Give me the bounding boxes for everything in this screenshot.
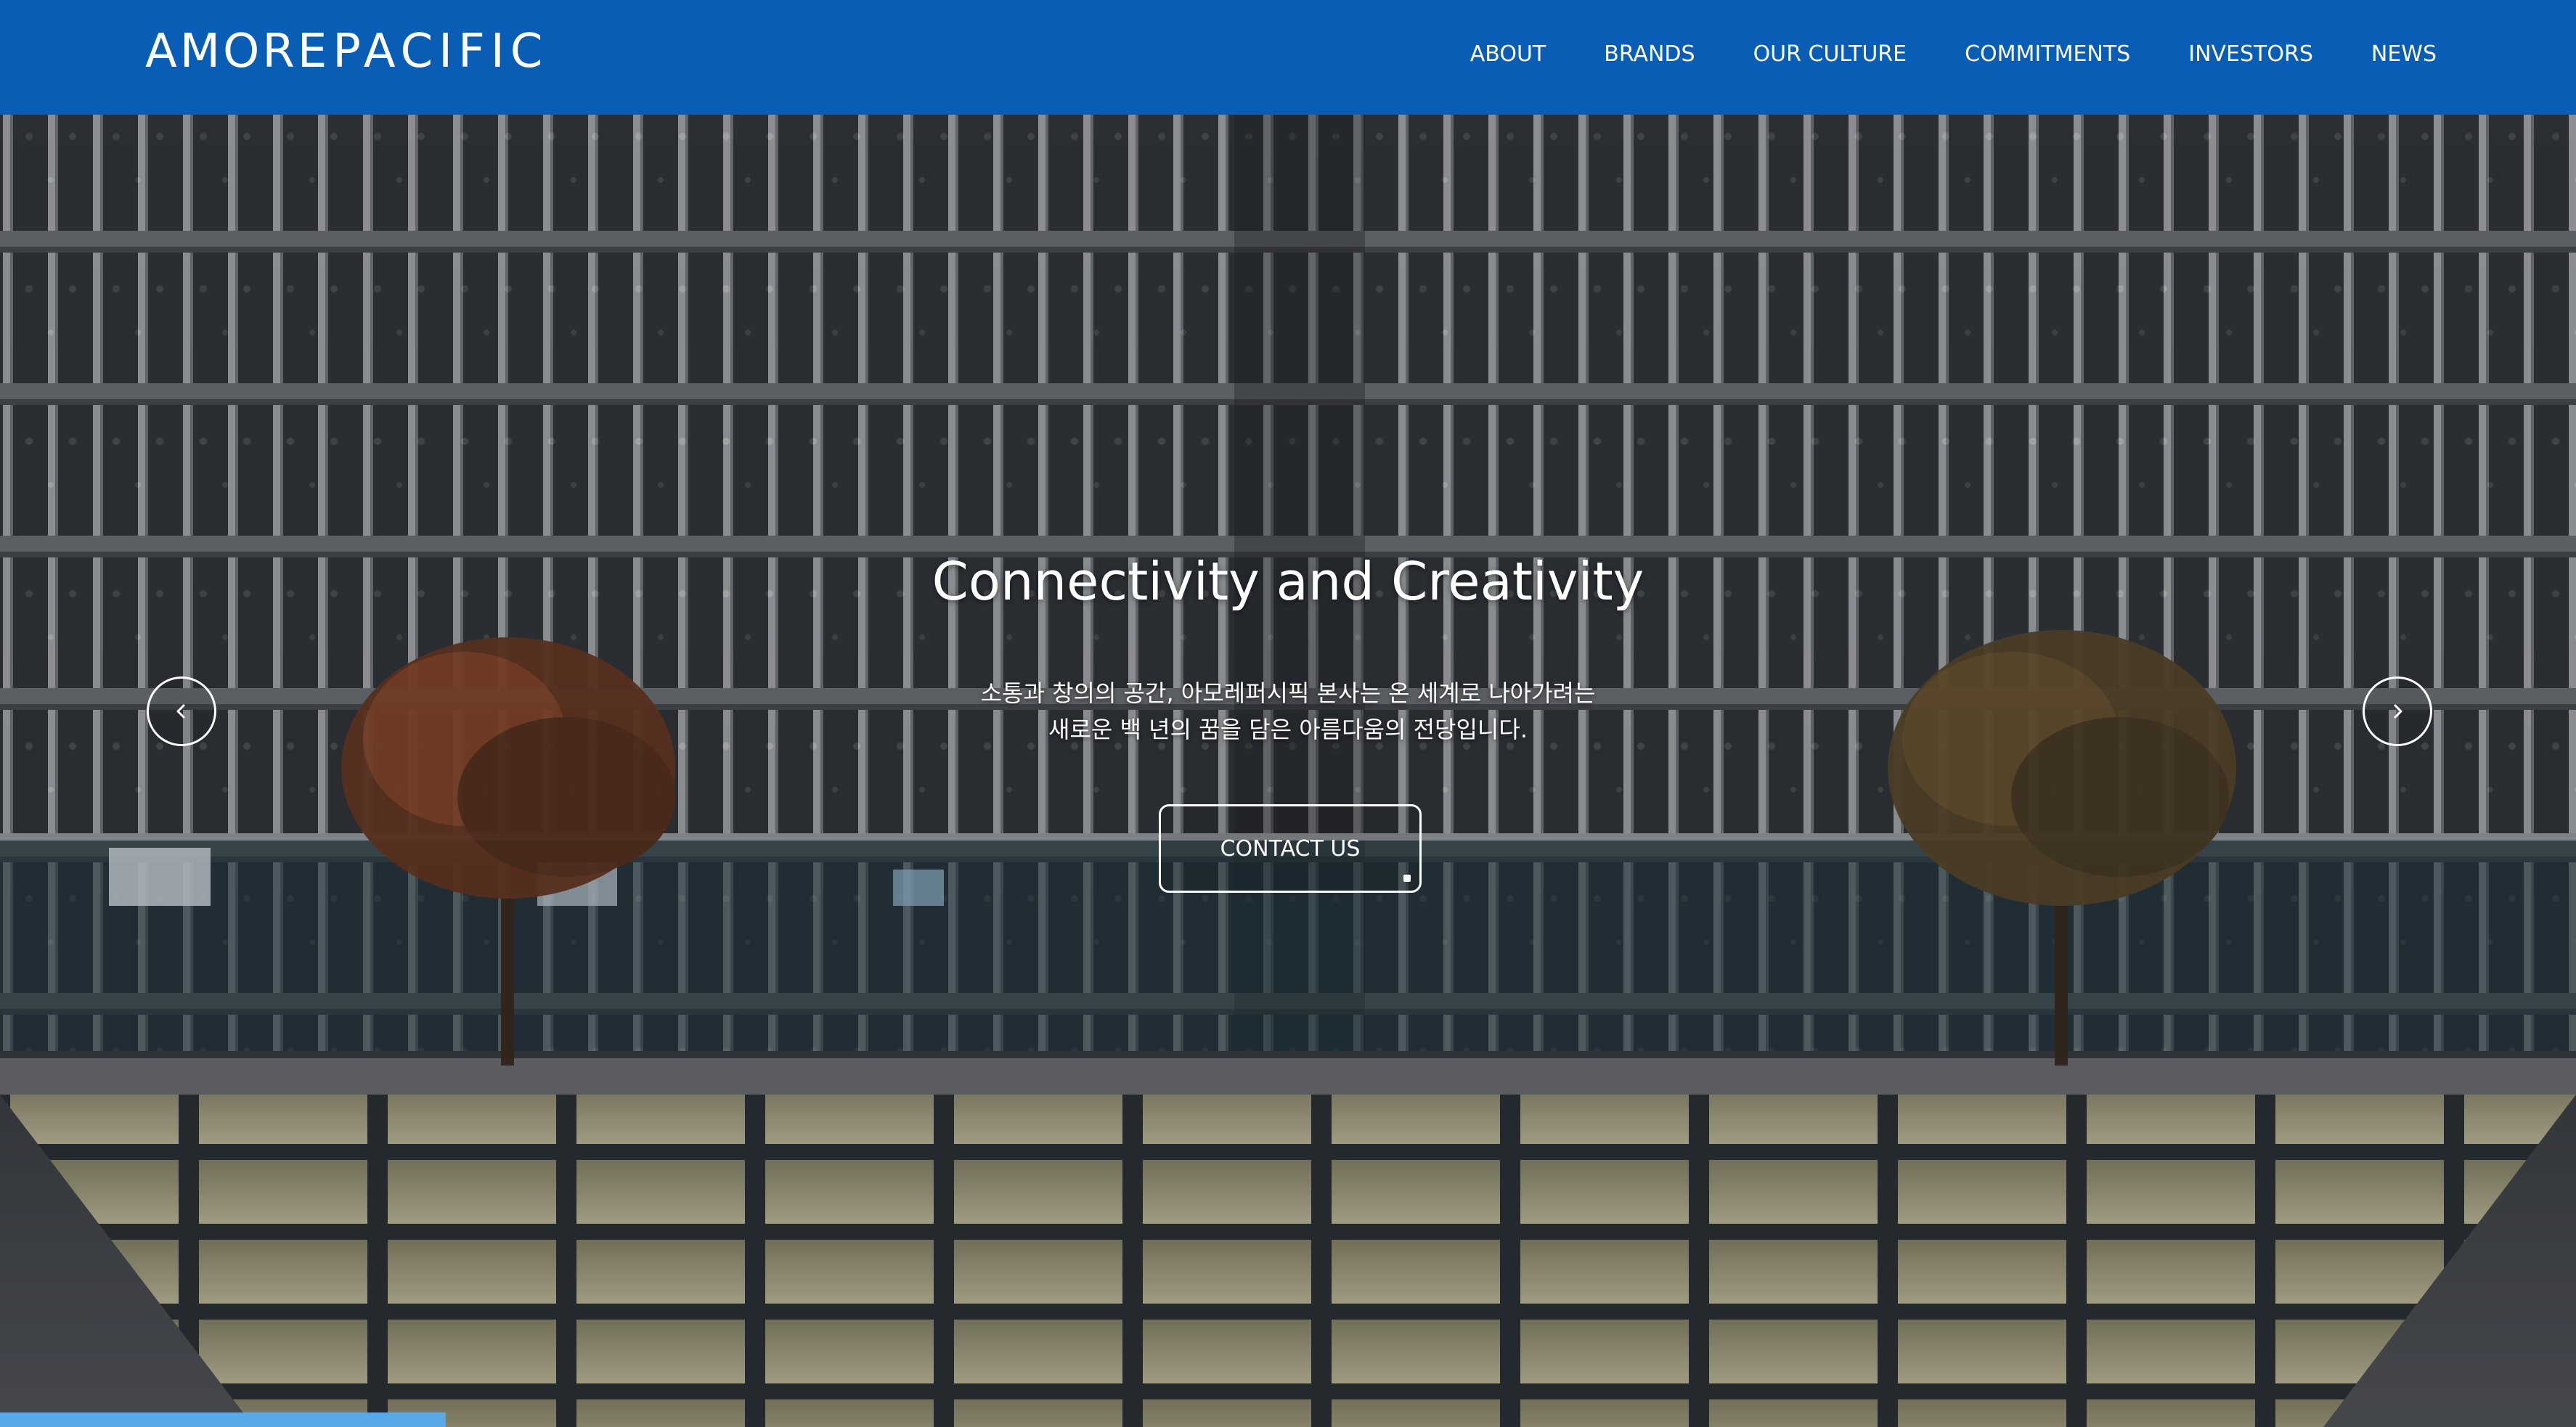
logo-pacific-text: PACIFIC	[333, 25, 549, 78]
nav-item-commitments[interactable]: COMMITMENTS	[1965, 41, 2130, 67]
slider-prev-button[interactable]	[147, 676, 216, 746]
contact-us-label: CONTACT US	[1220, 835, 1361, 862]
hero-description: 소통과 창의의 공간, 아모레퍼시픽 본사는 온 세계로 나아가려는 새로운 백…	[889, 675, 1687, 748]
cta-corner-mark	[1403, 875, 1411, 882]
slider-next-button[interactable]	[2363, 676, 2432, 746]
hero-overlay	[0, 115, 2576, 1427]
hero-title: Connectivity and Creativity	[932, 551, 1644, 612]
hero-description-line-2: 새로운 백 년의 꿈을 담은 아름다움의 전당입니다.	[1048, 716, 1528, 743]
nav-item-our-culture[interactable]: OUR CULTURE	[1753, 41, 1907, 67]
chevron-left-icon	[176, 704, 185, 719]
site-header: AMORE PACIFIC ABOUT BRANDS OUR CULTURE CO…	[0, 0, 2576, 115]
nav-item-about[interactable]: ABOUT	[1470, 41, 1546, 67]
hero-description-line-1: 소통과 창의의 공간, 아모레퍼시픽 본사는 온 세계로 나아가려는	[980, 679, 1596, 707]
hero-slider: Connectivity and Creativity 소통과 창의의 공간, …	[0, 115, 2576, 1427]
contact-us-button[interactable]: CONTACT US	[1159, 804, 1422, 893]
nav-item-investors[interactable]: INVESTORS	[2188, 41, 2313, 67]
nav-item-brands[interactable]: BRANDS	[1604, 41, 1695, 67]
chevron-right-icon	[2394, 704, 2402, 719]
slide-progress-bar	[0, 1412, 446, 1427]
main-nav: ABOUT BRANDS OUR CULTURE COMMITMENTS INV…	[1470, 0, 2437, 107]
amorepacific-logo[interactable]: AMORE PACIFIC	[145, 26, 548, 77]
logo-amore-text: AMORE	[145, 25, 330, 78]
nav-item-news[interactable]: NEWS	[2371, 41, 2437, 67]
